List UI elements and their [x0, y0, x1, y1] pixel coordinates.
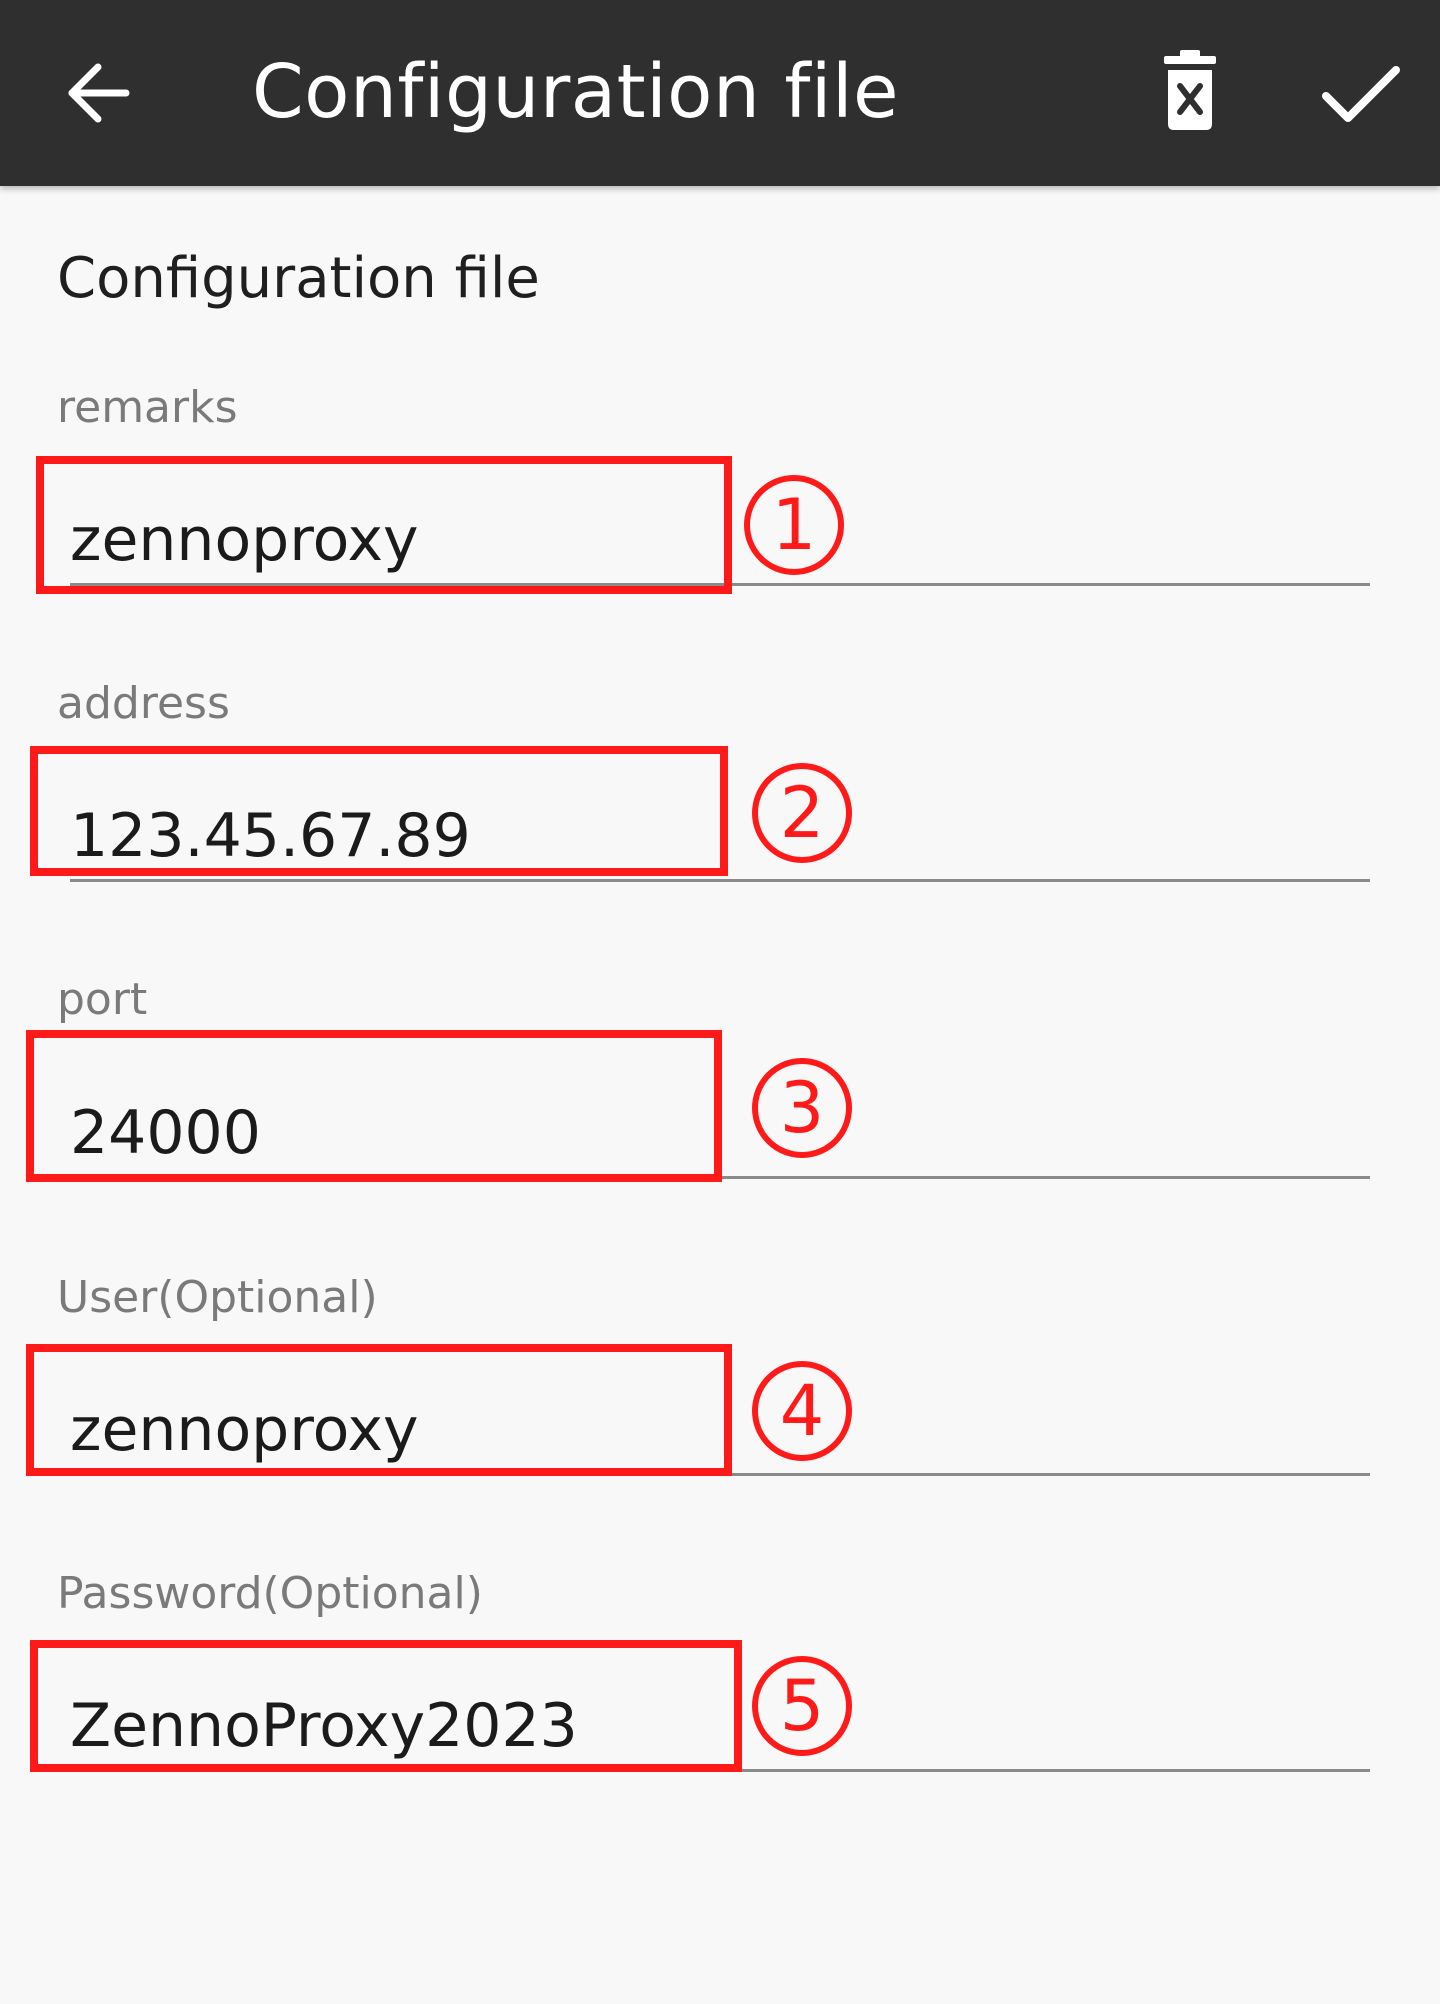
remarks-input[interactable]	[70, 496, 1370, 586]
port-label: port	[57, 974, 148, 1025]
check-icon	[1322, 66, 1400, 122]
remarks-label: remarks	[57, 382, 238, 433]
section-title: Configuration file	[57, 246, 540, 311]
address-label: address	[57, 678, 230, 729]
user-input[interactable]	[70, 1386, 1370, 1476]
user-label: User(Optional)	[57, 1272, 378, 1323]
password-label: Password(Optional)	[57, 1568, 483, 1619]
password-input[interactable]	[70, 1682, 1370, 1772]
address-input[interactable]	[70, 792, 1370, 882]
arrow-left-icon	[68, 63, 130, 123]
app-bar: Configuration file	[0, 0, 1440, 186]
port-input[interactable]	[70, 1089, 1370, 1179]
delete-icon	[1164, 50, 1216, 130]
delete-button[interactable]	[1150, 50, 1230, 136]
app-bar-title: Configuration file	[252, 49, 900, 135]
confirm-button[interactable]	[1310, 50, 1410, 136]
back-button[interactable]	[60, 48, 156, 138]
